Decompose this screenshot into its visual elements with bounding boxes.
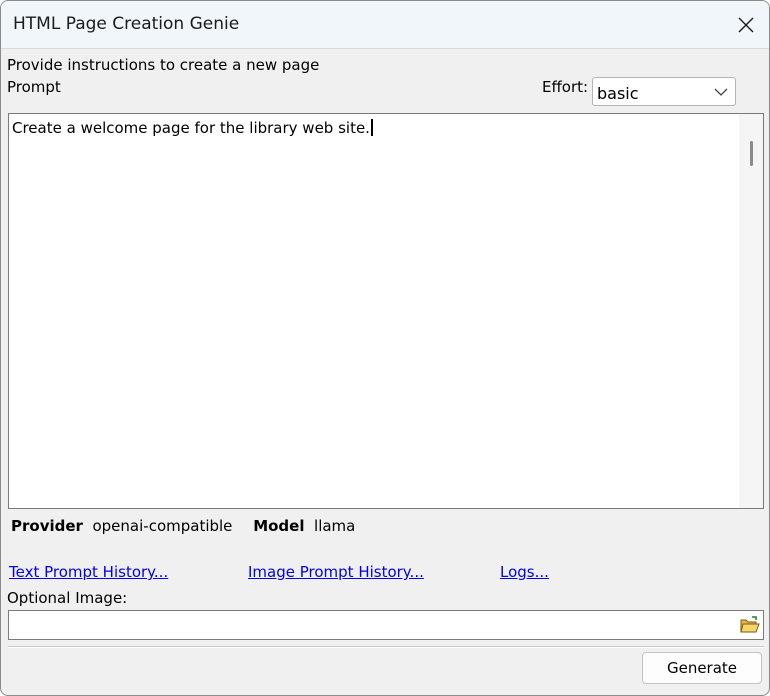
provider-info: Provider openai-compatible Model llama [11,517,355,535]
effort-select[interactable]: basic [592,77,736,106]
close-button[interactable] [723,1,769,48]
footer-divider [8,646,764,648]
prompt-text: Create a welcome page for the library we… [12,119,373,137]
prompt-label: Prompt [7,78,61,96]
model-value: llama [314,517,356,535]
prompt-textarea[interactable]: Create a welcome page for the library we… [8,113,764,509]
prompt-text-value: Create a welcome page for the library we… [12,119,370,137]
effort-label: Effort: [542,78,589,96]
effort-value: basic [597,84,639,103]
logs-link[interactable]: Logs... [500,563,549,581]
provider-value: openai-compatible [92,517,233,535]
instructions-label: Provide instructions to create a new pag… [7,56,320,74]
generate-label: Generate [666,659,738,677]
window-title: HTML Page Creation Genie [13,14,240,34]
dialog-window: HTML Page Creation Genie Provide instruc… [0,0,770,696]
vertical-scrollbar[interactable] [739,114,763,508]
text-prompt-history-link[interactable]: Text Prompt History... [9,563,168,581]
scrollbar-thumb[interactable] [750,141,753,166]
provider-label: Provider [11,517,83,535]
model-label: Model [253,517,305,535]
generate-button[interactable]: Generate [642,652,762,684]
title-bar: HTML Page Creation Genie [1,1,769,49]
text-caret [370,119,373,136]
browse-button[interactable] [738,612,762,638]
chevron-down-icon [714,88,728,96]
image-prompt-history-link[interactable]: Image Prompt History... [248,563,424,581]
close-icon [738,17,754,32]
optional-image-label: Optional Image: [7,589,128,607]
folder-open-icon [740,616,760,633]
optional-image-input[interactable] [8,610,764,640]
